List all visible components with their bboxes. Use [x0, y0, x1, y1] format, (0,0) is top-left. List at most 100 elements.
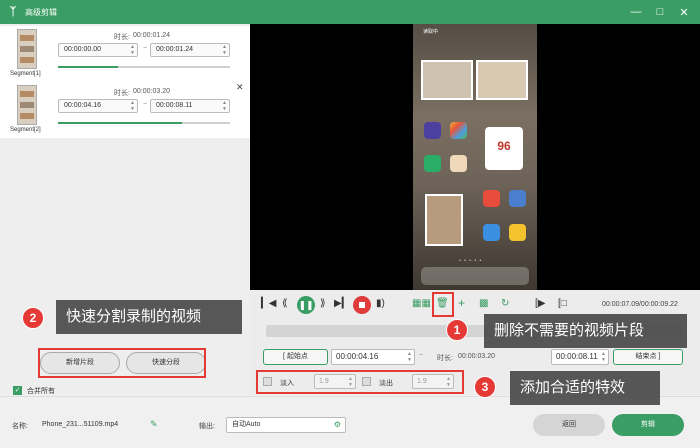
back-button[interactable]: 返回 [533, 414, 605, 436]
record-stop-button[interactable] [353, 296, 371, 314]
set-end-label: 结束点 [635, 353, 657, 360]
spinner-icon[interactable]: ▲ ▼ [222, 44, 227, 56]
reset-icon[interactable]: ↻ [501, 298, 509, 309]
recording-status: 读取中 [423, 29, 439, 35]
window-controls: — □ ✕ [624, 0, 696, 24]
annotation-callout: 添加合适的特效 [510, 371, 660, 405]
photo-widget [425, 194, 463, 246]
photo-widget [421, 60, 473, 100]
calendar-widget: 96 [485, 127, 523, 170]
split-icon[interactable]: ▦▦ [412, 298, 431, 309]
dock [421, 267, 529, 285]
filename-value: Phone_231...51109.mp4 [42, 421, 119, 428]
spinner-icon[interactable]: ▲ ▼ [130, 100, 135, 112]
segment-end-input[interactable]: 00:00:01.24 ▲ ▼ [150, 43, 230, 57]
set-start-label: 起始点 [286, 353, 308, 360]
annotation-highlight-effects [256, 370, 464, 394]
annotation-highlight-split [38, 348, 206, 378]
photos-app-icon [450, 122, 467, 139]
video-preview[interactable]: 读取中 96 • • • • • [250, 24, 700, 290]
title-bar: ᛉ 高级剪辑 — □ ✕ [0, 0, 700, 24]
segment-item[interactable]: Segment[1] 时长: 00:00:01.24 00:00:00.00 ▲ ▼… [0, 26, 250, 82]
end-time-input[interactable]: 00:00:08.11 ▲ ▼ [551, 349, 609, 365]
start-time-value: 00:00:04.16 [336, 352, 379, 361]
phone-screen-recording: 读取中 96 • • • • • [413, 24, 537, 290]
wechat-app-icon [424, 155, 441, 172]
filename-label: 名称: [12, 423, 28, 430]
rabbit-logo-icon: ᛉ [9, 6, 17, 18]
range-separator: ~ [143, 45, 148, 52]
range-separator: ~ [143, 101, 148, 108]
maximize-icon[interactable]: □ [648, 6, 672, 18]
rewind-icon[interactable]: ⟪ [282, 298, 288, 309]
forward-icon[interactable]: ⟫ [320, 298, 326, 309]
volume-icon[interactable]: ▮) [376, 298, 385, 309]
annotation-number: 3 [474, 376, 496, 398]
gear-icon[interactable]: ⚙ [334, 418, 341, 432]
weibo-app-icon [483, 190, 500, 207]
set-start-button[interactable]: [ 起始点 [263, 349, 328, 365]
segment-start-value: 00:00:04.16 [64, 102, 101, 109]
segment-item[interactable]: Segment[2] 时长: 00:00:03.20 00:00:04.16 ▲ ▼… [0, 82, 250, 138]
duration-value: 00:00:01.24 [133, 32, 170, 39]
app-icon [509, 190, 526, 207]
edit-pencil-icon[interactable]: ✎ [150, 419, 158, 430]
segment-start-input[interactable]: 00:00:04.16 ▲ ▼ [58, 99, 138, 113]
segment-list-panel: Segment[1] 时长: 00:00:01.24 00:00:00.00 ▲ ▼… [0, 24, 250, 394]
segment-thumbnail [17, 85, 37, 125]
duration-value: 00:00:03.20 [133, 88, 170, 95]
play-pause-button[interactable]: ❚❚ [297, 296, 315, 314]
end-bracket-icon: ] [656, 353, 661, 360]
segment-end-input[interactable]: 00:00:08.11 ▲ ▼ [150, 99, 230, 113]
next-frame-icon[interactable]: ▶▎ [334, 298, 349, 309]
spinner-icon[interactable]: ▲ ▼ [601, 351, 606, 363]
output-path-value: 自动Auto [232, 421, 261, 428]
add-icon[interactable]: + [458, 296, 465, 310]
window-title: 高级剪辑 [25, 7, 57, 17]
duration-label: 时长: [437, 355, 453, 362]
app-icon [424, 122, 441, 139]
app-icon [483, 224, 500, 241]
annotation-callout: 快速分割录制的视频 [56, 300, 242, 334]
calendar-number: 96 [497, 139, 511, 153]
cut-button[interactable]: 剪辑 [612, 414, 684, 436]
merge-all-checkbox[interactable]: ✓ [13, 386, 22, 395]
spinner-icon[interactable]: ▲ ▼ [130, 44, 135, 56]
pause-icon: ❚❚ [298, 300, 314, 310]
app-icon [450, 155, 467, 172]
copy-icon[interactable]: ▩ [479, 298, 488, 309]
annotation-highlight-delete [432, 292, 454, 317]
range-separator: ~ [419, 352, 424, 359]
prev-frame-icon[interactable]: ▎◀ [261, 298, 276, 309]
spinner-icon[interactable]: ▲ ▼ [222, 100, 227, 112]
stop-icon [359, 302, 365, 308]
segment-thumbnail [17, 29, 37, 69]
minimize-icon[interactable]: — [624, 6, 648, 18]
segment-end-value: 00:00:08.11 [156, 102, 193, 109]
end-time-value: 00:00:08.11 [556, 352, 598, 361]
close-icon[interactable]: ✕ [236, 82, 244, 93]
merge-all-label: 合并所有 [27, 388, 55, 395]
output-label: 输出: [199, 423, 215, 430]
duration-value: 00:00:03.20 [458, 353, 495, 360]
photo-widget [476, 60, 528, 100]
start-time-input[interactable]: 00:00:04.16 ▲ ▼ [331, 349, 415, 365]
segment-progress-fill [58, 122, 182, 124]
app-icon [509, 224, 526, 241]
segment-start-input[interactable]: 00:00:00.00 ▲ ▼ [58, 43, 138, 57]
set-end-button[interactable]: 结束点 ] [613, 349, 683, 365]
page-dots: • • • • • [459, 258, 483, 264]
duration-label: 时长: [114, 34, 130, 41]
segment-label: Segment[2] [10, 127, 41, 133]
segment-progress-fill [58, 66, 119, 68]
segment-start-value: 00:00:00.00 [64, 46, 101, 53]
segment-progress [58, 66, 230, 68]
segment-label: Segment[1] [10, 71, 41, 77]
output-path-select[interactable]: 自动Auto ⚙ [226, 417, 346, 433]
segment-progress [58, 122, 230, 124]
annotation-number: 1 [446, 319, 468, 341]
spinner-icon[interactable]: ▲ ▼ [407, 351, 412, 363]
mark-out-icon[interactable]: [□ [558, 298, 567, 309]
close-icon[interactable]: ✕ [672, 6, 696, 19]
mark-in-icon[interactable]: [▶ [535, 298, 545, 309]
